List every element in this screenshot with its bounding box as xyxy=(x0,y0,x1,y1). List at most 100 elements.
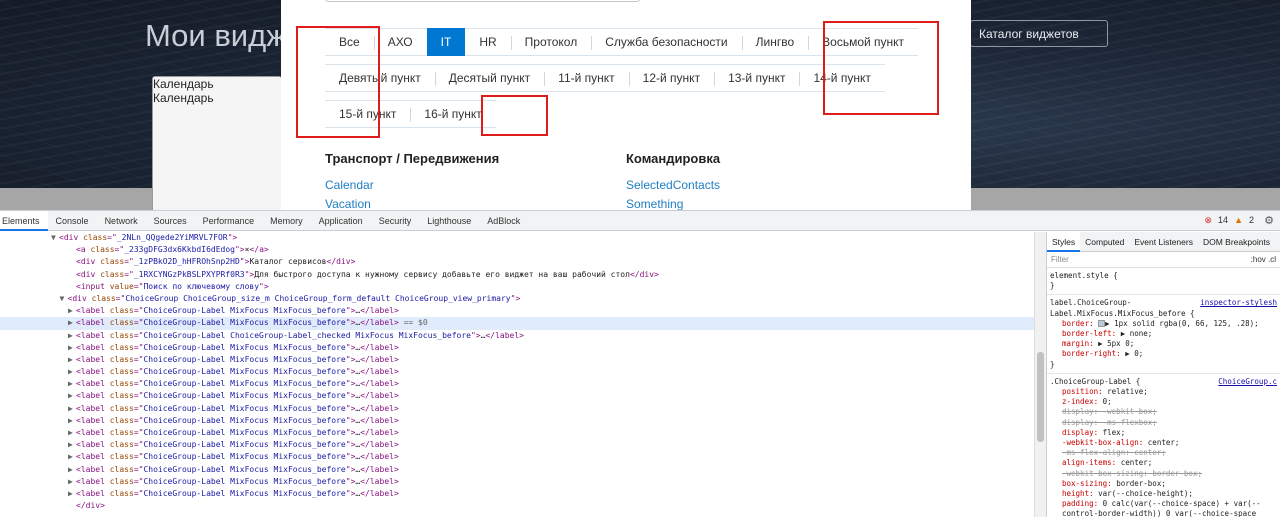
expand-right-icon[interactable]: ▶ xyxy=(68,451,76,463)
dom-node-line[interactable]: ▶ <label class="ChoiceGroup-Label ChoiceG… xyxy=(0,330,1034,342)
expand-right-icon[interactable]: ▶ xyxy=(68,403,76,415)
hov-toggle[interactable]: :hov .cl xyxy=(1251,255,1276,264)
dom-node-line[interactable]: ▶ <label class="ChoiceGroup-Label MixFocu… xyxy=(0,317,1034,330)
dom-node-line[interactable]: ▶ <label class="ChoiceGroup-Label MixFocu… xyxy=(0,390,1034,402)
devtools-tab[interactable]: Sources xyxy=(146,211,195,231)
css-property[interactable]: padding: 0 calc(var(--choice-space) + va… xyxy=(1050,499,1277,509)
devtools-status[interactable]: ⊗ 14 ▲ 2 xyxy=(1205,215,1255,226)
choice-option[interactable]: HR xyxy=(465,28,511,56)
widget-catalog-button[interactable]: Каталог виджетов xyxy=(970,20,1108,47)
dom-node-line[interactable]: ▶ <label class="ChoiceGroup-Label MixFocu… xyxy=(0,354,1034,366)
css-property[interactable]: z-index: 0; xyxy=(1050,397,1277,407)
css-property[interactable]: -webkit-box-align: center; xyxy=(1050,438,1277,448)
css-property[interactable]: display: flex; xyxy=(1050,428,1277,438)
styles-tab[interactable]: Computed xyxy=(1080,232,1129,252)
service-link[interactable]: Vacation xyxy=(325,197,371,210)
devtools-tab[interactable]: Console xyxy=(48,211,97,231)
dom-node-line[interactable]: <div class="_1RXCYNGzPkBSLPXYPRf0R3">Для… xyxy=(0,269,1034,281)
css-property[interactable]: -webkit-box-sizing: border-box; xyxy=(1050,469,1277,479)
devtools-tab[interactable]: Network xyxy=(97,211,146,231)
dom-node-line[interactable]: ▶ <label class="ChoiceGroup-Label MixFocu… xyxy=(0,451,1034,463)
choice-option[interactable]: Протокол xyxy=(510,28,592,56)
choice-option[interactable]: 12-й пункт xyxy=(628,64,715,92)
css-property[interactable]: border-right: ▶ 0; xyxy=(1050,349,1277,359)
expand-right-icon[interactable]: ▶ xyxy=(68,476,76,488)
expand-right-icon[interactable]: ▶ xyxy=(68,366,76,378)
css-property[interactable]: display: -ms-flexbox; xyxy=(1050,418,1277,428)
service-link[interactable]: Calendar xyxy=(325,178,374,192)
expand-right-icon[interactable]: ▶ xyxy=(68,330,76,342)
dom-node-line[interactable]: ▶ <label class="ChoiceGroup-Label MixFocu… xyxy=(0,476,1034,488)
choice-option[interactable]: 13-й пункт xyxy=(714,64,800,92)
dom-node-line[interactable]: <a class="_233gDFG3dx6KkbdI6dEdog">×</a> xyxy=(0,244,1034,256)
expand-right-icon[interactable]: ▶ xyxy=(68,427,76,439)
dom-node-line[interactable]: ▶ <label class="ChoiceGroup-Label MixFocu… xyxy=(0,342,1034,354)
expand-right-icon[interactable]: ▶ xyxy=(68,378,76,390)
expand-right-icon[interactable]: ▶ xyxy=(68,390,76,402)
css-property[interactable]: display: -webkit-box; xyxy=(1050,407,1277,417)
expand-right-icon[interactable]: ▶ xyxy=(68,305,76,317)
gear-icon[interactable]: ⚙ xyxy=(1264,214,1274,227)
dom-node-line[interactable]: ▶ <label class="ChoiceGroup-Label MixFocu… xyxy=(0,305,1034,317)
devtools-tab[interactable]: AdBlock xyxy=(479,211,528,231)
dom-node-line[interactable]: ▶ <label class="ChoiceGroup-Label MixFocu… xyxy=(0,366,1034,378)
dom-node-line[interactable]: <div class="_1zPBkO2D_hHFROhSnp2HD">Ката… xyxy=(0,256,1034,268)
dom-node-line[interactable]: <input value="Поиск по ключевому слову"> xyxy=(0,281,1034,293)
dom-node-line[interactable]: ▶ <label class="ChoiceGroup-Label MixFocu… xyxy=(0,378,1034,390)
devtools-tab[interactable]: Performance xyxy=(195,211,263,231)
styles-tab[interactable]: DOM Breakpoints xyxy=(1198,232,1275,252)
expand-down-icon[interactable]: ▼ xyxy=(51,232,59,244)
dom-node-line[interactable]: ▶ <label class="ChoiceGroup-Label MixFocu… xyxy=(0,403,1034,415)
rule-selector[interactable]: element.style { xyxy=(1050,271,1277,281)
search-input[interactable] xyxy=(325,0,640,2)
expand-right-icon[interactable]: ▶ xyxy=(68,342,76,354)
choice-option[interactable]: Десятый пункт xyxy=(434,64,545,92)
dom-node-line[interactable]: ▼ <div class="_2NLn_QQgede2YiMRVL7FOR"> xyxy=(0,232,1034,244)
css-property[interactable]: border: ▶ 1px solid rgba(0, 66, 125, .28… xyxy=(1050,319,1277,329)
service-link[interactable]: SelectedContacts xyxy=(626,178,720,192)
css-property[interactable]: box-sizing: border-box; xyxy=(1050,479,1277,489)
choice-option[interactable]: IT xyxy=(426,28,466,56)
devtools-tab[interactable]: Lighthouse xyxy=(419,211,479,231)
choice-option[interactable]: АХО xyxy=(373,28,427,56)
dom-node-line[interactable]: ▶ <label class="ChoiceGroup-Label MixFocu… xyxy=(0,439,1034,451)
choice-option[interactable]: 11-й пункт xyxy=(544,64,629,92)
styles-filter-input[interactable]: Filter :hov .cl xyxy=(1047,252,1280,268)
devtools-tab[interactable]: Application xyxy=(311,211,371,231)
expand-right-icon[interactable]: ▶ xyxy=(68,439,76,451)
elements-tree[interactable]: ▼ <div class="_2NLn_QQgede2YiMRVL7FOR"> <a… xyxy=(0,232,1034,517)
expand-right-icon[interactable]: ▶ xyxy=(68,317,76,329)
styles-tab[interactable]: Event Listeners xyxy=(1129,232,1198,252)
devtools-tab[interactable]: Elements xyxy=(0,210,48,231)
rule-source-link[interactable]: ChoiceGroup.c xyxy=(1218,377,1277,387)
styles-tab[interactable]: Styles xyxy=(1047,232,1081,252)
expand-down-icon[interactable]: ▼ xyxy=(60,293,68,305)
css-property[interactable]: border-left: ▶ none; xyxy=(1050,329,1277,339)
css-property[interactable]: control-border-width)) 0 var(--choice-sp… xyxy=(1050,509,1277,517)
service-link[interactable]: Something xyxy=(626,197,683,210)
expand-right-icon[interactable]: ▶ xyxy=(68,354,76,366)
dom-node-line[interactable]: ▶ <label class="ChoiceGroup-Label MixFocu… xyxy=(0,415,1034,427)
dom-node-line[interactable]: ▼ <div class="ChoiceGroup ChoiceGroup_siz… xyxy=(0,293,1034,305)
css-property[interactable]: height: var(--choice-height); xyxy=(1050,489,1277,499)
expand-right-icon[interactable]: ▶ xyxy=(68,488,76,500)
css-property[interactable]: margin: ▶ 5px 0; xyxy=(1050,339,1277,349)
devtools-tab[interactable]: Memory xyxy=(262,211,311,231)
rule-source-link[interactable]: inspector-stylesh xyxy=(1200,298,1277,308)
dom-node-line[interactable]: </div> xyxy=(0,500,1034,512)
css-property[interactable]: align-items: center; xyxy=(1050,458,1277,468)
expand-right-icon[interactable]: ▶ xyxy=(68,415,76,427)
screen: Мои видж Календарь Календарь Каталог вид… xyxy=(0,0,1280,517)
css-property[interactable]: -ms-flex-align: center; xyxy=(1050,448,1277,458)
choice-option[interactable]: Служба безопасности xyxy=(591,28,742,56)
widget-card[interactable]: Календарь Календарь xyxy=(152,76,282,210)
dom-node-line[interactable]: ▶ <label class="ChoiceGroup-Label MixFocu… xyxy=(0,427,1034,439)
dom-node-line[interactable]: ▶ <label class="ChoiceGroup-Label MixFocu… xyxy=(0,464,1034,476)
scrollbar-thumb[interactable] xyxy=(1037,352,1044,442)
elements-scrollbar[interactable] xyxy=(1034,232,1046,517)
devtools-tab[interactable]: Security xyxy=(371,211,420,231)
choice-option[interactable]: Лингво xyxy=(741,28,809,56)
expand-right-icon[interactable]: ▶ xyxy=(68,464,76,476)
css-property[interactable]: position: relative; xyxy=(1050,387,1277,397)
dom-node-line[interactable]: ▶ <label class="ChoiceGroup-Label MixFocu… xyxy=(0,488,1034,500)
